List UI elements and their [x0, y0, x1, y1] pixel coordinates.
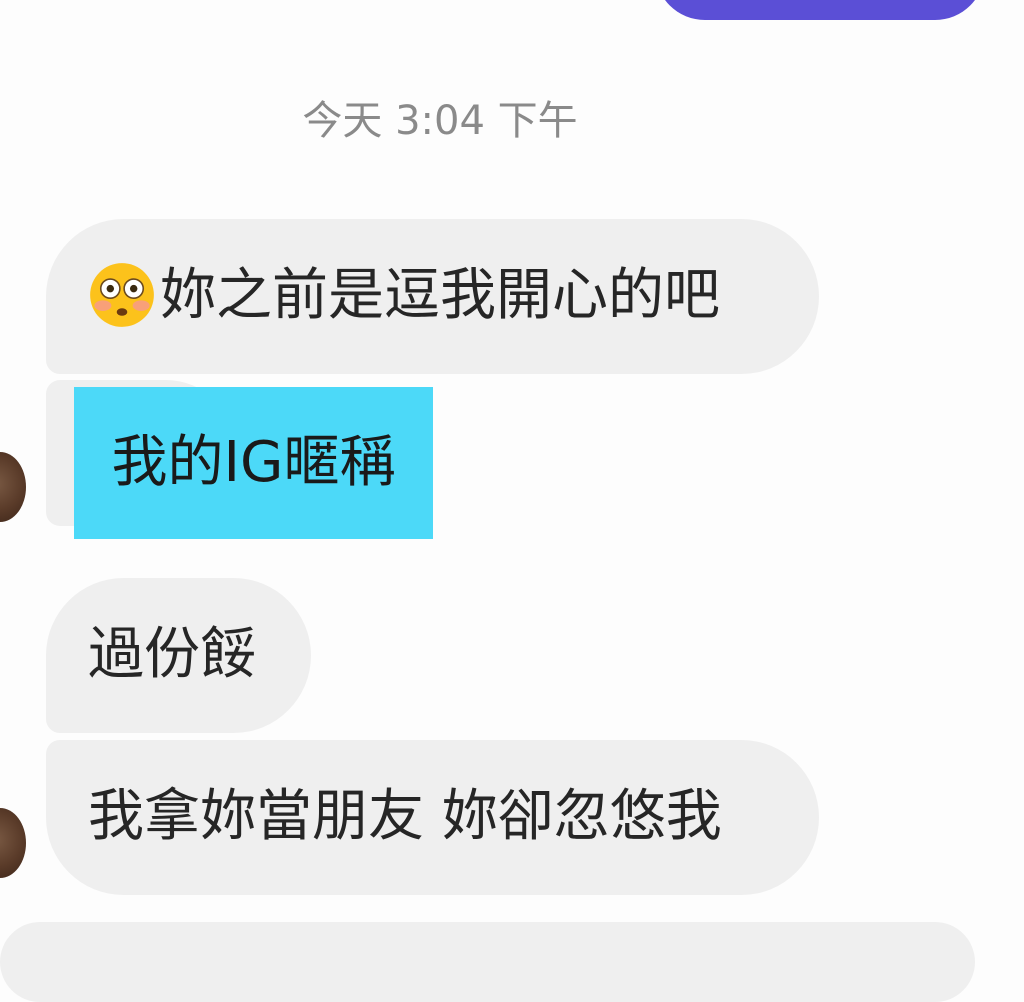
sent-message-bubble[interactable]: [655, 0, 985, 20]
avatar[interactable]: [0, 808, 26, 878]
received-message-bubble[interactable]: 過份餒: [46, 578, 311, 733]
message-timestamp: 今天 3:04 下午: [302, 98, 578, 144]
flushed-face-emoji-icon: [90, 262, 154, 327]
message-text: 妳之前是逗我開心的吧: [160, 263, 720, 328]
received-message-bubble[interactable]: 妳之前是逗我開心的吧: [46, 219, 819, 374]
received-message-bubble[interactable]: 我拿妳當朋友 妳卻忽悠我: [46, 740, 819, 895]
message-bubble[interactable]: [0, 922, 975, 1002]
message-text: 我拿妳當朋友 妳卻忽悠我: [88, 784, 722, 849]
avatar[interactable]: [0, 452, 26, 522]
ig-nickname-label: 我的IG暱稱: [74, 387, 433, 539]
message-text: 過份餒: [88, 622, 256, 687]
